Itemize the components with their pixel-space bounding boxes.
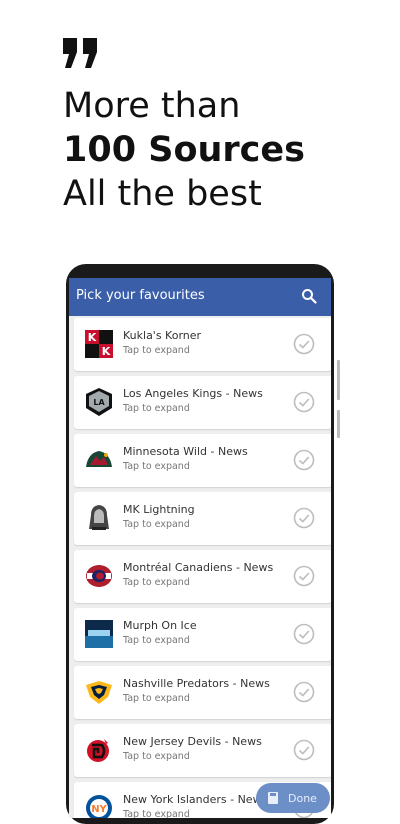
done-button-label: Done	[288, 792, 317, 805]
list-item[interactable]: K K Kukla's Korner Tap to expand	[74, 318, 331, 371]
nashville-predators-logo-icon	[86, 681, 112, 704]
murph-on-ice-logo-icon	[85, 620, 113, 648]
headline-line-3: All the best	[63, 174, 262, 214]
save-icon	[268, 792, 278, 804]
source-name: Los Angeles Kings - News	[123, 387, 263, 400]
quote-icon	[63, 38, 97, 68]
source-subtitle: Tap to expand	[123, 693, 190, 704]
source-subtitle: Tap to expand	[123, 403, 190, 414]
source-subtitle: Tap to expand	[123, 751, 190, 762]
check-circle-icon[interactable]	[293, 623, 315, 645]
source-name: MK Lightning	[123, 503, 195, 516]
list-item[interactable]: Montréal Canadiens - News Tap to expand	[74, 550, 331, 603]
headline: More than 100 Sources All the best	[63, 84, 305, 216]
la-kings-logo-icon: LA	[86, 388, 112, 416]
list-item[interactable]: MK Lightning Tap to expand	[74, 492, 331, 545]
source-subtitle: Tap to expand	[123, 577, 190, 588]
source-name: Kukla's Korner	[123, 329, 202, 342]
headline-line-1: More than	[63, 86, 241, 126]
check-circle-icon[interactable]	[293, 449, 315, 471]
check-circle-icon[interactable]	[293, 681, 315, 703]
mk-lightning-logo-icon	[89, 505, 109, 530]
check-circle-icon[interactable]	[293, 333, 315, 355]
source-subtitle: Tap to expand	[123, 809, 190, 818]
list-item[interactable]: Murph On Ice Tap to expand	[74, 608, 331, 661]
source-name: Montréal Canadiens - News	[123, 561, 274, 574]
source-name: Minnesota Wild - News	[123, 445, 248, 458]
list-item[interactable]: Minnesota Wild - News Tap to expand	[74, 434, 331, 487]
app-bar: Pick your favourites	[69, 278, 331, 316]
svg-text:K: K	[88, 331, 97, 344]
check-circle-icon[interactable]	[293, 507, 315, 529]
search-icon[interactable]	[301, 288, 317, 304]
new-jersey-devils-logo-icon	[87, 739, 109, 762]
list-item[interactable]: LA Los Angeles Kings - News Tap to expan…	[74, 376, 331, 429]
check-circle-icon[interactable]	[293, 565, 315, 587]
montreal-canadiens-logo-icon	[86, 565, 112, 587]
headline-line-2: 100 Sources	[63, 130, 305, 170]
minnesota-wild-logo-icon	[86, 451, 112, 467]
source-name: Nashville Predators - News	[123, 677, 270, 690]
source-subtitle: Tap to expand	[123, 519, 190, 530]
source-subtitle: Tap to expand	[123, 635, 190, 646]
source-name: New Jersey Devils - News	[123, 735, 262, 748]
phone-button	[337, 410, 340, 438]
app-bar-title: Pick your favourites	[76, 288, 205, 303]
phone-button	[337, 360, 340, 400]
check-circle-icon[interactable]	[293, 739, 315, 761]
app-screen: Pick your favourites K K Kukla's Korner …	[69, 278, 331, 818]
svg-text:K: K	[102, 345, 111, 358]
list-item[interactable]: Nashville Predators - News Tap to expand	[74, 666, 331, 719]
svg-text:LA: LA	[93, 398, 105, 407]
svg-text:NY: NY	[91, 804, 107, 815]
done-button[interactable]: Done	[256, 783, 330, 813]
source-name: Murph On Ice	[123, 619, 197, 632]
new-york-islanders-logo-icon: NY	[86, 795, 112, 818]
source-subtitle: Tap to expand	[123, 461, 190, 472]
kuklas-korner-logo-icon: K K	[85, 330, 113, 358]
check-circle-icon[interactable]	[293, 391, 315, 413]
source-subtitle: Tap to expand	[123, 345, 190, 356]
list-item[interactable]: New Jersey Devils - News Tap to expand	[74, 724, 331, 777]
